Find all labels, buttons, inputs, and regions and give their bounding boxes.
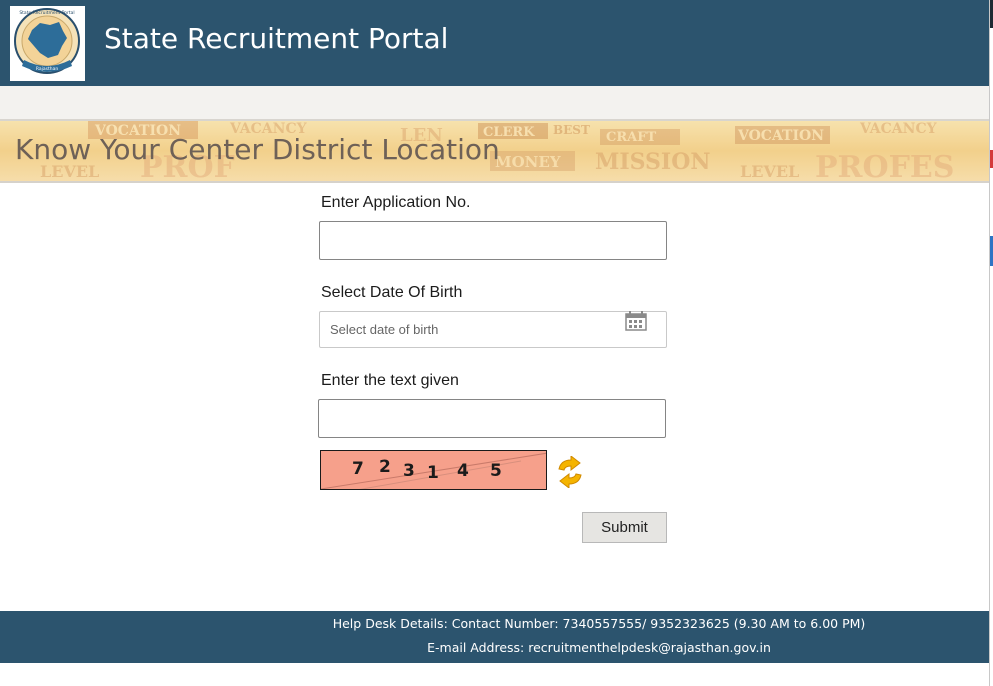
dob-input[interactable] bbox=[319, 311, 667, 348]
refresh-icon[interactable] bbox=[555, 456, 585, 488]
submit-button[interactable]: Submit bbox=[582, 512, 667, 543]
navigation-bar bbox=[0, 86, 989, 121]
page-heading: Know Your Center District Location bbox=[15, 133, 500, 166]
svg-text:MONEY: MONEY bbox=[495, 153, 561, 171]
rajasthan-map-logo: Rajasthan State Recruitment Portal bbox=[14, 8, 80, 74]
captcha-digit: 3 bbox=[403, 461, 415, 481]
dob-label: Select Date Of Birth bbox=[321, 284, 463, 301]
captcha-image: 7 2 3 1 4 5 bbox=[320, 450, 547, 490]
captcha-digit: 2 bbox=[379, 457, 391, 477]
site-title: State Recruitment Portal bbox=[104, 22, 449, 55]
site-header: Rajasthan State Recruitment Portal State… bbox=[0, 0, 989, 86]
svg-text:BEST: BEST bbox=[553, 123, 590, 137]
application-no-input[interactable] bbox=[319, 221, 667, 260]
svg-text:MISSION: MISSION bbox=[595, 149, 711, 175]
captcha-digit: 4 bbox=[457, 461, 469, 481]
application-no-label: Enter Application No. bbox=[321, 194, 471, 211]
captcha-text-label: Enter the text given bbox=[321, 372, 459, 389]
captcha-digit: 7 bbox=[352, 459, 364, 479]
svg-text:VACANCY: VACANCY bbox=[859, 121, 938, 137]
helpdesk-email-text: E-mail Address: recruitmenthelpdesk@raja… bbox=[427, 640, 771, 655]
svg-text:PROFES: PROFES bbox=[815, 150, 954, 181]
helpdesk-contact-text: Help Desk Details: Contact Number: 73405… bbox=[332, 616, 866, 631]
captcha-digit: 1 bbox=[427, 463, 439, 483]
svg-text:VOCATION: VOCATION bbox=[737, 128, 824, 144]
page-banner: VOCATION VACANCY PROF LEVEL CLERK BEST C… bbox=[0, 121, 989, 183]
svg-text:CRAFT: CRAFT bbox=[606, 130, 656, 145]
captcha-digit: 5 bbox=[490, 461, 502, 481]
svg-text:LEVEL: LEVEL bbox=[740, 162, 799, 181]
calendar-icon[interactable] bbox=[624, 310, 648, 332]
logo-top-text: State Recruitment Portal bbox=[19, 10, 74, 16]
window-edge bbox=[989, 0, 993, 686]
site-footer: Help Desk Details: Contact Number: 73405… bbox=[0, 611, 989, 663]
portal-logo[interactable]: Rajasthan State Recruitment Portal bbox=[10, 6, 85, 81]
logo-bottom-text: Rajasthan bbox=[36, 66, 59, 72]
captcha-text-input[interactable] bbox=[318, 399, 666, 438]
